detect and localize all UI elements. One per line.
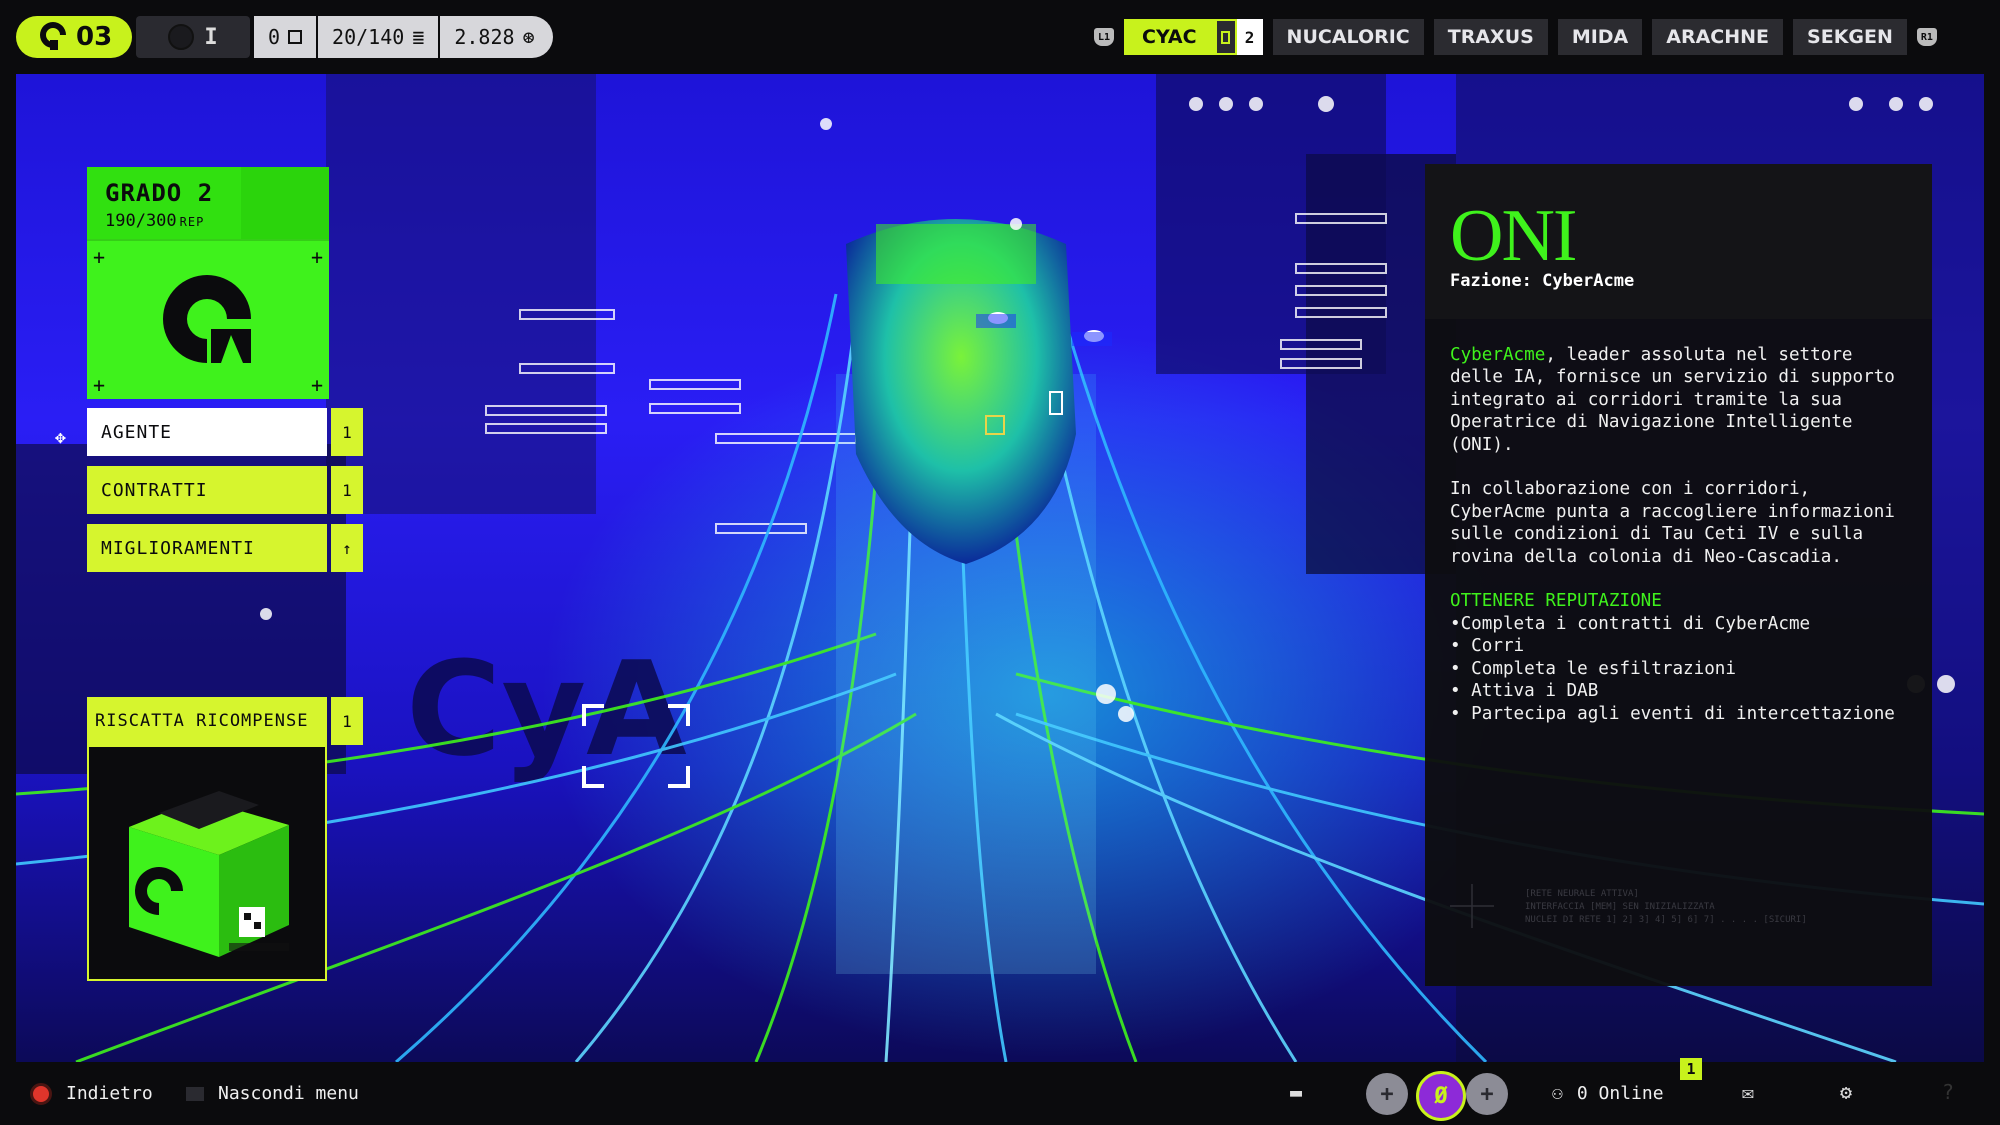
- settings-gear-icon[interactable]: ⚙: [1840, 1080, 1852, 1104]
- crosshair-icon: [1450, 884, 1494, 928]
- corner-plus-icon: +: [93, 373, 106, 397]
- corner-plus-icon: +: [93, 245, 106, 269]
- back-button[interactable]: Indietro: [30, 1062, 153, 1125]
- supply-crate-icon: [129, 791, 289, 957]
- help-icon[interactable]: ?: [1942, 1080, 1954, 1104]
- rank-emblem-area: + + + +: [87, 239, 329, 401]
- back-circle-icon: [30, 1082, 52, 1105]
- character-indicator[interactable]: I: [136, 16, 250, 58]
- reputation-section-title: OTTENERE REPUTAZIONE: [1450, 591, 1662, 612]
- character-icon: [168, 24, 195, 50]
- stack-icon: ≣: [412, 25, 425, 49]
- mail-icon[interactable]: ✉: [1742, 1080, 1754, 1104]
- mission-text: In collaborazione con i corridori, Cyber…: [1450, 479, 1906, 567]
- stat-item-0[interactable]: 0: [254, 16, 319, 58]
- add-squad-member-button[interactable]: +: [1466, 1073, 1508, 1115]
- reputation-bullet: • Partecipa agli eventi di intercettazio…: [1450, 703, 1895, 724]
- info-header: ONI Fazione: CyberAcme: [1425, 164, 1932, 319]
- character-indicator-text: I: [204, 24, 218, 50]
- faction-description: CyberAcme, leader assoluta nel settore d…: [1450, 344, 1900, 725]
- cyberacme-logo-icon: [38, 20, 72, 54]
- menu-item-agente[interactable]: AGENTE 1: [87, 408, 363, 456]
- l1-button-badge: L1: [1094, 28, 1114, 46]
- credits-icon: ⊛: [522, 25, 535, 49]
- cyberacme-emblem-icon: [163, 275, 251, 363]
- reputation-bullet: • Attiva i DAB: [1450, 681, 1599, 702]
- r1-button-badge: R1: [1916, 28, 1937, 46]
- player-level-badge[interactable]: 03: [16, 16, 132, 58]
- gamepad-icon: ✥: [55, 427, 66, 448]
- stat-item-2[interactable]: 2.828 ⊛: [440, 16, 553, 58]
- system-status: [RETE NEURALE ATTIVA] INTERFACCIA [MEM] …: [1525, 889, 1807, 925]
- menu-item-count: 1: [331, 408, 363, 456]
- tab-cyac-group: CYAC 2: [1124, 19, 1263, 55]
- tab-mida[interactable]: MIDA: [1557, 19, 1643, 55]
- tab-traxus[interactable]: TRAXUS: [1433, 19, 1548, 55]
- rank-header: GRADO 2 190/300 REP: [87, 167, 329, 239]
- menu-item-count: 1: [331, 466, 363, 514]
- menu-item-miglioramenti[interactable]: MIGLIORAMENTI ↑: [87, 524, 363, 572]
- top-bar: 03 I 0 20/140 ≣ 2.828 ⊛ L1 CYAC 2 NUCALORI…: [0, 0, 2000, 74]
- tab-sekgen[interactable]: SEKGEN: [1793, 19, 1907, 55]
- tab-nucaloric[interactable]: NUCALORIC: [1272, 19, 1424, 55]
- phone-icon: [1214, 19, 1237, 55]
- redeem-rewards-label: RISCATTA RICOMPENSE: [87, 697, 327, 745]
- add-squad-member-button[interactable]: +: [1366, 1073, 1408, 1115]
- player-avatar[interactable]: Ø: [1416, 1071, 1466, 1121]
- redeem-rewards-count: 1: [331, 697, 363, 745]
- online-friends-button[interactable]: ⚇ 0 Online: [1552, 1062, 1664, 1125]
- faction-rank-card[interactable]: GRADO 2 190/300 REP + + + +: [87, 167, 329, 399]
- friends-icon: ⚇: [1552, 1083, 1563, 1104]
- currency-stats: 0 20/140 ≣ 2.828 ⊛: [254, 16, 553, 58]
- reputation-bullet: • Corri: [1450, 636, 1525, 657]
- arrow-up-icon: ↑: [331, 524, 363, 572]
- faction-info-panel: ONI Fazione: CyberAcme CyberAcme, leader…: [1425, 164, 1932, 986]
- corner-plus-icon: +: [310, 245, 323, 269]
- menu-item-contratti[interactable]: CONTRATTI 1: [87, 466, 363, 514]
- reputation-bullet: •Completa i contratti di CyberAcme: [1450, 613, 1811, 634]
- reputation-bullet: • Completa le esfiltrazioni: [1450, 658, 1736, 679]
- svg-text:CyA: CyA: [406, 633, 687, 785]
- rank-reputation: 190/300 REP: [105, 211, 205, 231]
- faction-tabs: L1 CYAC 2 NUCALORIC TRAXUS MIDA ARACHNE …: [1094, 19, 1937, 55]
- notification-badge: 1: [1680, 1058, 1702, 1080]
- tab-arachne[interactable]: ARACHNE: [1652, 19, 1784, 55]
- corner-plus-icon: +: [310, 373, 323, 397]
- tab-cyac[interactable]: CYAC: [1124, 19, 1215, 55]
- faction-highlight: CyberAcme: [1450, 345, 1546, 365]
- stat-item-1[interactable]: 20/140 ≣: [318, 16, 441, 58]
- hide-menu-icon: [186, 1086, 204, 1101]
- faction-label: Fazione: CyberAcme: [1450, 271, 1635, 291]
- reward-crate-image: [87, 745, 327, 981]
- faction-agent-name: ONI: [1450, 195, 1578, 277]
- player-level: 03: [76, 22, 113, 52]
- chat-icon[interactable]: ▬: [1290, 1080, 1302, 1104]
- tab-cyac-count: 2: [1236, 19, 1263, 55]
- hide-menu-button[interactable]: Nascondi menu: [186, 1062, 359, 1125]
- storage-icon: [288, 30, 303, 44]
- rank-title: GRADO 2: [105, 179, 214, 207]
- redeem-rewards-card[interactable]: RISCATTA RICOMPENSE 1: [87, 697, 363, 981]
